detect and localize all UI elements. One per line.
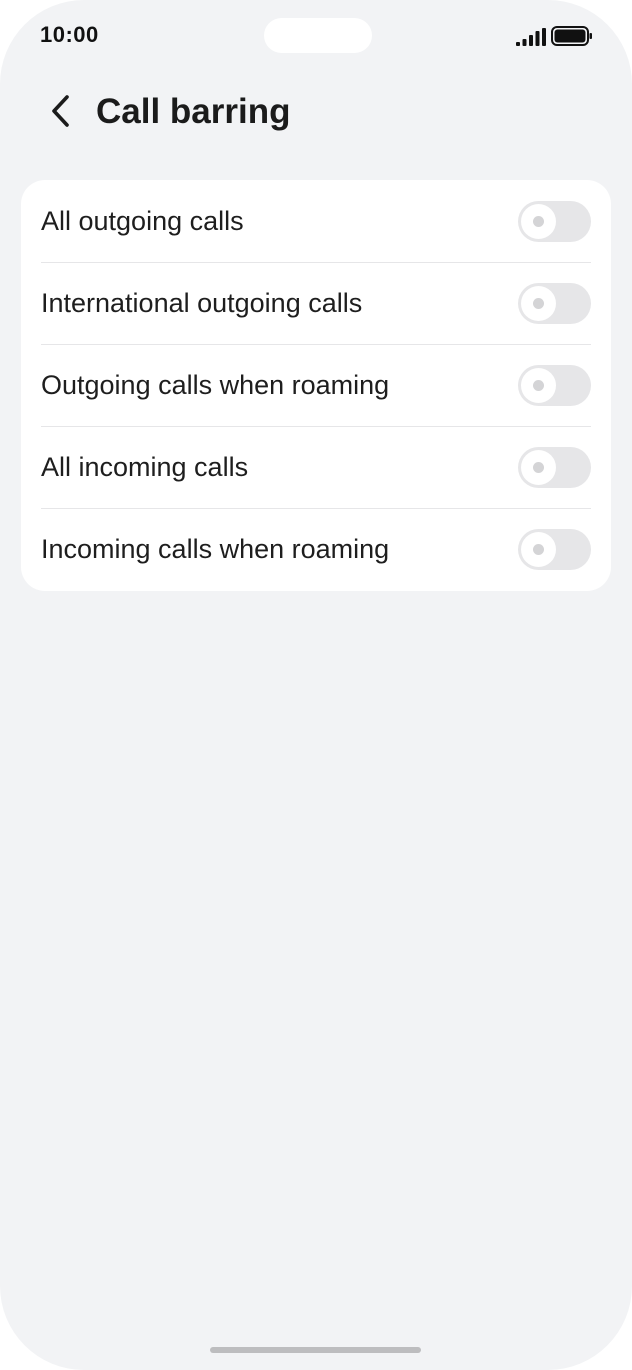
toggle-knob: [521, 285, 556, 321]
all-outgoing-calls-toggle[interactable]: [518, 200, 591, 242]
outgoing-calls-when-roaming-toggle[interactable]: [518, 364, 591, 406]
toggle-knob: [521, 367, 556, 403]
back-button[interactable]: [38, 88, 84, 134]
setting-label: Incoming calls when roaming: [41, 534, 390, 564]
setting-row-incoming-calls-when-roaming[interactable]: Incoming calls when roaming: [41, 508, 591, 590]
setting-label: Outgoing calls when roaming: [41, 370, 390, 400]
setting-row-international-outgoing-calls[interactable]: International outgoing calls: [41, 262, 591, 344]
setting-row-all-outgoing-calls[interactable]: All outgoing calls: [41, 180, 591, 262]
toggle-knob: [521, 449, 556, 485]
home-indicator[interactable]: [210, 1347, 421, 1353]
status-time: 10:00: [40, 22, 99, 47]
camera-notch: [264, 18, 372, 53]
setting-row-all-incoming-calls[interactable]: All incoming calls: [41, 426, 591, 508]
phone-screen: 10:00 Call barring All outgoing calls In…: [0, 0, 632, 1370]
settings-card: All outgoing calls International outgoin…: [21, 180, 611, 591]
battery-full-icon: [551, 26, 592, 46]
setting-label: All outgoing calls: [41, 206, 244, 236]
toggle-knob: [521, 203, 556, 239]
setting-label: All incoming calls: [41, 452, 249, 482]
international-outgoing-calls-toggle[interactable]: [518, 282, 591, 324]
setting-row-outgoing-calls-when-roaming[interactable]: Outgoing calls when roaming: [41, 344, 591, 426]
signal-bars-icon: [516, 28, 546, 46]
incoming-calls-when-roaming-toggle[interactable]: [518, 528, 591, 570]
toggle-knob: [521, 531, 556, 567]
setting-label: International outgoing calls: [41, 288, 363, 318]
all-incoming-calls-toggle[interactable]: [518, 446, 591, 488]
chevron-left-icon: [52, 95, 69, 127]
page-title: Call barring: [96, 92, 291, 131]
